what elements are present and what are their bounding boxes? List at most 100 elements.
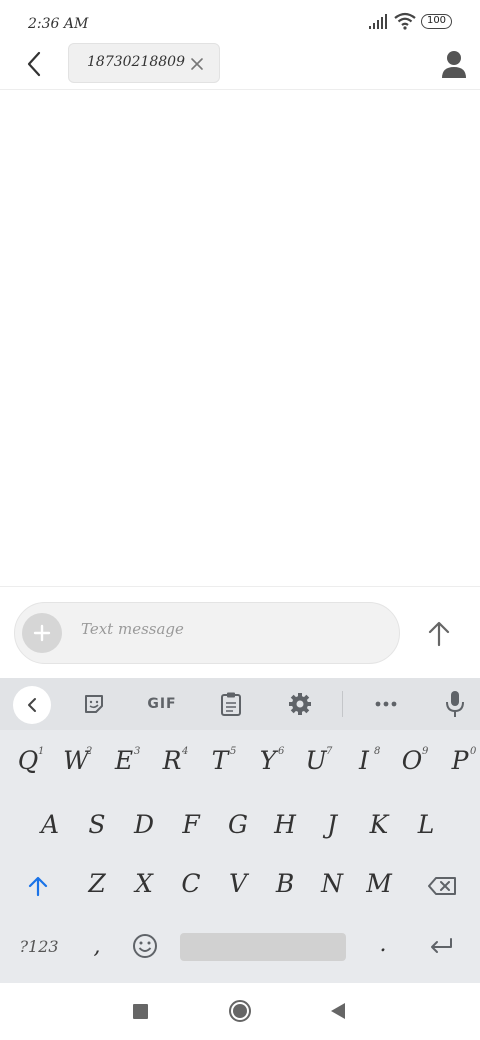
key-label: P: [451, 745, 469, 775]
message-input[interactable]: Text message: [81, 620, 184, 638]
key-label: E: [114, 745, 134, 775]
key-e[interactable]: E3: [104, 740, 144, 780]
key-n[interactable]: N: [312, 863, 352, 903]
key-number-hint: 6: [278, 746, 285, 757]
person-icon[interactable]: [440, 49, 468, 79]
key-number-hint: 1: [38, 746, 45, 757]
emoji-icon: [133, 934, 157, 958]
more-button[interactable]: [368, 688, 404, 720]
toolbar-collapse-button[interactable]: [13, 686, 51, 724]
clipboard-icon: [221, 692, 241, 716]
key-x[interactable]: X: [124, 863, 164, 903]
key-label: L: [417, 809, 435, 839]
key-number-hint: 5: [230, 746, 237, 757]
key-d[interactable]: D: [124, 804, 164, 844]
recipient-number: 18730218809: [87, 54, 185, 70]
key-label: R: [162, 745, 182, 775]
key-s[interactable]: S: [77, 804, 117, 844]
battery-indicator: 100: [421, 14, 452, 29]
home-button[interactable]: [229, 1000, 251, 1022]
gear-icon: [289, 693, 311, 715]
message-field[interactable]: Text message: [14, 602, 400, 664]
close-icon[interactable]: [189, 56, 205, 72]
keyboard-toolbar: GIF: [0, 678, 480, 730]
status-bar: 2:36 AM 100: [0, 0, 480, 40]
key-label: Y: [259, 745, 277, 775]
key-t[interactable]: T5: [200, 740, 240, 780]
key-label: S: [88, 809, 106, 839]
wifi-icon: [394, 12, 416, 30]
key-number-hint: 2: [86, 746, 93, 757]
attach-button[interactable]: [22, 613, 62, 653]
mic-icon: [446, 691, 464, 717]
key-y[interactable]: Y6: [248, 740, 288, 780]
key-o[interactable]: O9: [392, 740, 432, 780]
compose-bar: Text message: [0, 586, 480, 678]
clipboard-button[interactable]: [213, 688, 249, 720]
arrow-up-icon[interactable]: [424, 619, 454, 649]
enter-icon: [431, 938, 452, 953]
key-number-hint: 4: [182, 746, 189, 757]
gif-button[interactable]: GIF: [140, 688, 184, 720]
key-number-hint: 9: [422, 746, 429, 757]
key-label: T: [211, 745, 229, 775]
key-label: A: [40, 809, 60, 839]
key-label: D: [133, 809, 155, 839]
key-f[interactable]: F: [171, 804, 211, 844]
key-label: H: [274, 809, 296, 839]
key-w[interactable]: W2: [56, 740, 96, 780]
key-m[interactable]: M: [359, 863, 399, 903]
key-label: J: [326, 809, 338, 839]
key-number-hint: 7: [326, 746, 333, 757]
key-q[interactable]: Q1: [8, 740, 48, 780]
sticker-icon: [85, 695, 103, 713]
sticker-button[interactable]: [76, 688, 112, 720]
key-i[interactable]: I8: [344, 740, 384, 780]
key-b[interactable]: B: [265, 863, 305, 903]
key-l[interactable]: L: [406, 804, 446, 844]
system-nav-bar: [0, 983, 480, 1040]
key-label: N: [321, 868, 343, 898]
key-r[interactable]: R4: [152, 740, 192, 780]
key-label: C: [181, 868, 201, 898]
key-u[interactable]: U7: [296, 740, 336, 780]
key-v[interactable]: V: [218, 863, 258, 903]
key-label: W: [63, 745, 89, 775]
emoji-key[interactable]: [128, 928, 162, 964]
symbols-key[interactable]: ?123: [14, 928, 64, 964]
conversation-header: 18730218809: [0, 40, 480, 90]
key-g[interactable]: G: [218, 804, 258, 844]
key-number-hint: 8: [374, 746, 381, 757]
key-z[interactable]: Z: [77, 863, 117, 903]
voice-input-button[interactable]: [437, 688, 473, 720]
key-label: Q: [17, 745, 39, 775]
key-h[interactable]: H: [265, 804, 305, 844]
recents-button[interactable]: [133, 1004, 148, 1019]
key-label: K: [369, 809, 389, 839]
settings-button[interactable]: [282, 688, 318, 720]
key-j[interactable]: J: [312, 804, 352, 844]
space-bar[interactable]: [180, 933, 346, 961]
key-p[interactable]: P0: [440, 740, 480, 780]
key-c[interactable]: C: [171, 863, 211, 903]
key-a[interactable]: A: [30, 804, 70, 844]
back-button[interactable]: [18, 48, 50, 80]
signal-icon: [369, 14, 387, 29]
delete-key[interactable]: [422, 868, 462, 904]
key-label: Z: [88, 868, 106, 898]
status-time: 2:36 AM: [28, 16, 89, 32]
comma-key[interactable]: ,: [82, 928, 112, 964]
backspace-icon: [428, 877, 456, 895]
shift-key[interactable]: [18, 868, 58, 904]
more-icon: [375, 701, 397, 707]
chevron-left-icon: [28, 698, 36, 712]
plus-icon: [33, 624, 51, 642]
key-k[interactable]: K: [359, 804, 399, 844]
key-label: O: [401, 745, 423, 775]
enter-key[interactable]: [420, 928, 462, 964]
key-number-hint: 3: [134, 746, 141, 757]
system-back-button[interactable]: [331, 1003, 345, 1019]
period-key[interactable]: .: [368, 926, 398, 962]
recipient-chip[interactable]: 18730218809: [68, 43, 220, 83]
key-label: F: [182, 809, 200, 839]
